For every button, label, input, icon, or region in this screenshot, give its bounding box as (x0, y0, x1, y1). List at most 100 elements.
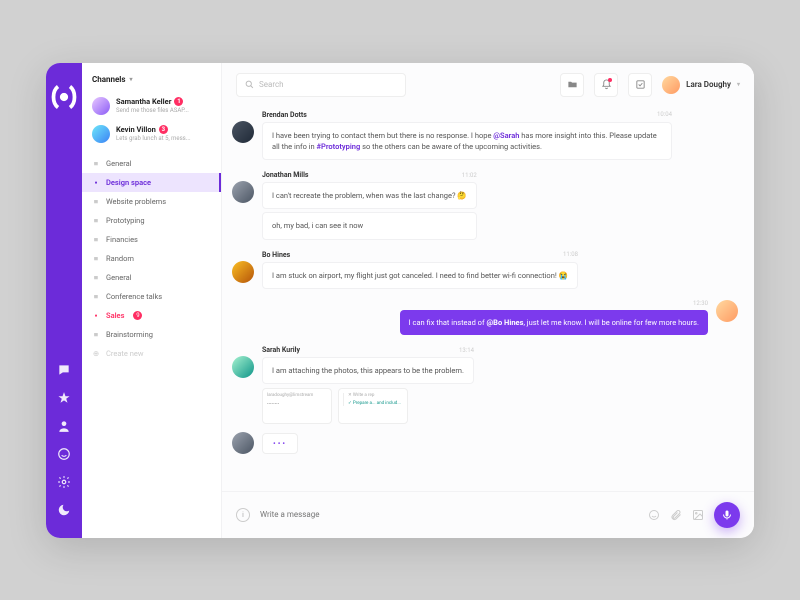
topbar: Search Lara Doughy ▾ (222, 63, 754, 107)
main-panel: Search Lara Doughy ▾ Brendan Dotts 10:04 … (222, 63, 754, 538)
message-bubble: I am stuck on airport, my flight just go… (262, 262, 578, 289)
channel-item-website-problems[interactable]: ≡Website problems (82, 192, 221, 211)
image-icon[interactable] (692, 509, 704, 521)
avatar (232, 432, 254, 454)
unread-badge: 9 (133, 311, 142, 320)
folder-button[interactable] (560, 73, 584, 97)
message-bubble: I am attaching the photos, this appears … (262, 357, 474, 384)
chevron-down-icon: ▾ (130, 76, 133, 83)
app-logo-icon (46, 77, 82, 117)
notifications-button[interactable] (594, 73, 618, 97)
channel-item-random[interactable]: ≡Random (82, 249, 221, 268)
emoji-icon[interactable] (648, 509, 660, 521)
message: Bo Hines 11:08 I am stuck on airport, my … (232, 251, 738, 292)
user-icon[interactable] (57, 419, 71, 433)
message-time: 12:30 (693, 300, 708, 307)
tasks-button[interactable] (628, 73, 652, 97)
hash-icon: ≡ (92, 235, 100, 244)
settings-icon[interactable] (57, 475, 71, 489)
message-time: 13:14 (459, 347, 474, 354)
info-icon[interactable]: i (236, 508, 250, 522)
chat-icon[interactable] (57, 363, 71, 377)
search-placeholder: Search (259, 80, 284, 89)
typing-indicator: ••• (232, 432, 738, 454)
message-list[interactable]: Brendan Dotts 10:04 I have been trying to… (222, 107, 754, 491)
avatar (92, 125, 110, 143)
message-author: Brendan Dotts (262, 111, 307, 119)
message: Jonathan Mills 11:02 I can't recreate the… (232, 171, 738, 243)
dm-item[interactable]: Samantha Keller1 Send me those files ASA… (82, 92, 221, 120)
user-menu[interactable]: Lara Doughy ▾ (662, 76, 740, 94)
avatar (232, 181, 254, 203)
channel-item-general[interactable]: ≡General (82, 154, 221, 173)
attachment-icon[interactable] (670, 509, 682, 521)
notification-dot (608, 78, 612, 82)
hash-icon: ≡ (92, 159, 100, 168)
avatar (92, 97, 110, 115)
message-time: 11:08 (563, 251, 578, 258)
user-name: Lara Doughy (686, 80, 731, 89)
channel-item-design-space[interactable]: ▪Design space (82, 173, 221, 192)
smile-icon[interactable] (57, 447, 71, 461)
message-author: Bo Hines (262, 251, 290, 259)
mention[interactable]: @Bo Hines (486, 318, 523, 327)
channel-list: ≡General ▪Design space ≡Website problems… (82, 154, 221, 363)
dm-preview: Send me those files ASAP... (116, 107, 189, 114)
channel-item-prototyping[interactable]: ≡Prototyping (82, 211, 221, 230)
channel-item-financies[interactable]: ≡Financies (82, 230, 221, 249)
plus-icon: ⊕ (92, 349, 100, 358)
hash-icon: ≡ (92, 216, 100, 225)
attachment[interactable]: laradoughy@limstream •••••••• (262, 388, 332, 424)
search-icon (245, 80, 254, 89)
user-avatar (662, 76, 680, 94)
message-bubble: I can't recreate the problem, when was t… (262, 182, 477, 209)
hash-icon: ≡ (92, 273, 100, 282)
channel-item-general-2[interactable]: ≡General (82, 268, 221, 287)
nav-rail (46, 63, 82, 538)
channels-header[interactable]: Channels ▾ (82, 63, 221, 92)
unread-badge: 3 (159, 125, 168, 134)
hash-icon: ≡ (92, 330, 100, 339)
channels-sidebar: Channels ▾ Samantha Keller1 Send me thos… (82, 63, 222, 538)
hash-icon: ≡ (92, 292, 100, 301)
moon-icon[interactable] (57, 503, 71, 517)
avatar (716, 300, 738, 322)
message-bubble: I have been trying to contact them but t… (262, 122, 672, 161)
hash-icon: ▪ (92, 311, 100, 320)
avatar (232, 121, 254, 143)
channels-header-label: Channels (92, 75, 126, 84)
attachment[interactable]: ✕ Write a rep ✓ Prepare a... and includ.… (338, 388, 408, 424)
message-input[interactable] (260, 510, 638, 519)
message: Brendan Dotts 10:04 I have been trying to… (232, 111, 738, 164)
avatar (232, 356, 254, 378)
message-bubble: oh, my bad, i can see it now (262, 212, 477, 239)
hashtag[interactable]: #Prototyping (317, 142, 361, 151)
typing-dots: ••• (262, 433, 298, 454)
dm-item[interactable]: Kevin Villon3 Lets grab lunch at 5, mess… (82, 120, 221, 148)
app-window: Channels ▾ Samantha Keller1 Send me thos… (46, 63, 754, 538)
search-input[interactable]: Search (236, 73, 406, 97)
chevron-down-icon: ▾ (737, 81, 740, 88)
channel-item-sales[interactable]: ▪Sales 9 (82, 306, 221, 325)
message: Sarah Kurily 13:14 I am attaching the pho… (232, 346, 738, 424)
dm-name: Kevin Villon (116, 125, 156, 134)
unread-badge: 1 (174, 97, 183, 106)
create-channel[interactable]: ⊕Create new (82, 344, 221, 363)
star-icon[interactable] (57, 391, 71, 405)
dm-preview: Lets grab lunch at 5, mess... (116, 135, 191, 142)
hash-icon: ≡ (92, 197, 100, 206)
message-time: 10:04 (657, 111, 672, 118)
message-bubble: I can fix that instead of @Bo Hines, jus… (400, 310, 708, 335)
channel-item-brainstorming[interactable]: ≡Brainstorming (82, 325, 221, 344)
message-self: 12:30 I can fix that instead of @Bo Hine… (232, 300, 738, 338)
mic-button[interactable] (714, 502, 740, 528)
dm-name: Samantha Keller (116, 97, 171, 106)
channel-item-conference-talks[interactable]: ≡Conference talks (82, 287, 221, 306)
mention[interactable]: @Sarah (493, 131, 519, 140)
message-composer: i (222, 491, 754, 538)
avatar (232, 261, 254, 283)
hash-icon: ▪ (92, 178, 100, 187)
message-time: 11:02 (462, 172, 477, 179)
message-author: Sarah Kurily (262, 346, 300, 354)
message-author: Jonathan Mills (262, 171, 309, 179)
